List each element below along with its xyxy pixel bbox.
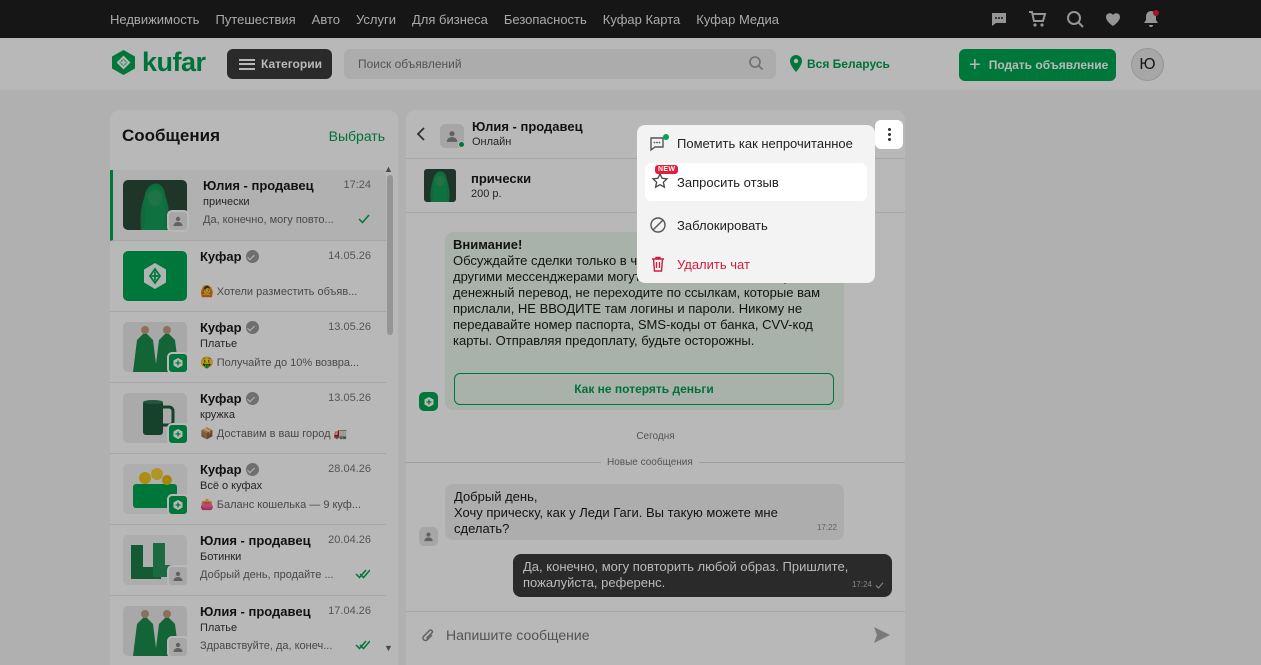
trash-icon: [649, 255, 667, 273]
menu-item-delete-chat[interactable]: Удалить чат: [637, 246, 875, 282]
chat-context-menu: Пометить как непрочитанное NEW Запросить…: [637, 125, 875, 283]
modal-overlay[interactable]: [0, 0, 1261, 665]
menu-item-request-review[interactable]: NEW Запросить отзыв: [645, 163, 867, 201]
menu-item-block[interactable]: Заблокировать: [637, 207, 875, 243]
more-dot: [887, 128, 891, 131]
new-badge: NEW: [655, 165, 679, 174]
more-dot: [887, 138, 891, 141]
menu-item-label: Пометить как непрочитанное: [677, 136, 853, 151]
more-options-button[interactable]: [875, 120, 903, 149]
menu-item-mark-unread[interactable]: Пометить как непрочитанное: [637, 125, 875, 161]
more-dot: [887, 133, 891, 136]
unread-dot: [663, 134, 669, 140]
menu-item-label: Запросить отзыв: [677, 175, 779, 190]
star-icon: [651, 172, 669, 190]
chat-unread-icon: [649, 134, 669, 152]
menu-item-label: Заблокировать: [677, 218, 768, 233]
menu-item-label: Удалить чат: [677, 257, 750, 272]
block-icon: [649, 216, 667, 234]
